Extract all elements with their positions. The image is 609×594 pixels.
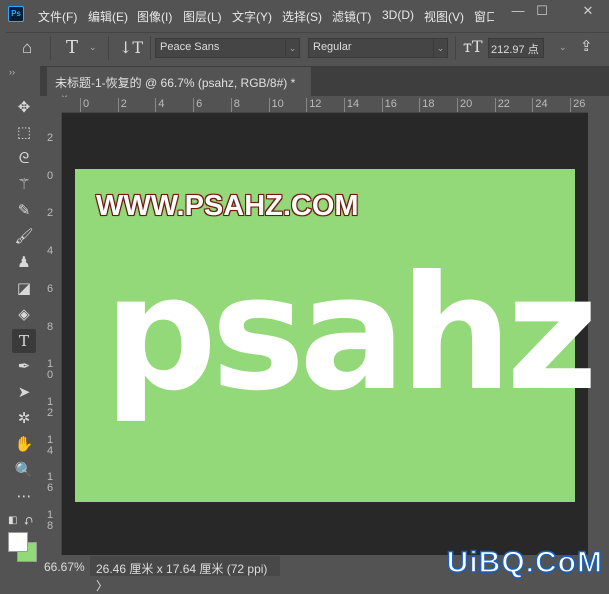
move-tool-icon[interactable]: ✥ bbox=[12, 96, 36, 120]
text-layer-url[interactable]: WWW.PSAHZ.COM bbox=[95, 189, 359, 223]
divider bbox=[455, 36, 456, 60]
chevron-down-icon[interactable]: ⌄ bbox=[559, 42, 567, 53]
divider bbox=[50, 36, 51, 60]
pen-tool-icon[interactable]: ✒ bbox=[12, 355, 36, 379]
font-size-icon: ᴛT bbox=[463, 37, 483, 56]
chevron-down-icon: ⌄ bbox=[285, 39, 299, 57]
zoom-level[interactable]: 66.67% bbox=[44, 560, 85, 574]
ruler-label: 14 bbox=[343, 98, 359, 112]
menu-window[interactable]: 窗口 bbox=[474, 8, 494, 25]
chevron-down-icon[interactable]: ⌄ bbox=[89, 42, 97, 53]
font-size-input[interactable]: 212.97 点 bbox=[488, 38, 544, 58]
eraser-icon[interactable]: ◪ bbox=[12, 277, 36, 301]
ruler-label: 6 bbox=[193, 98, 202, 112]
ruler-label: 1 0 bbox=[46, 358, 54, 382]
ruler-label: 0 bbox=[46, 169, 54, 182]
hand-tool-icon[interactable]: ✋ bbox=[12, 433, 36, 457]
close-button[interactable]: ✕ bbox=[568, 0, 608, 22]
lasso-tool-icon[interactable]: ᘓ bbox=[12, 147, 36, 171]
menu-edit[interactable]: 编辑(E) bbox=[88, 8, 128, 25]
ruler-label: 1 2 bbox=[46, 395, 54, 419]
menu-image[interactable]: 图像(I) bbox=[137, 8, 172, 25]
document-info[interactable]: 26.46 厘米 x 17.64 厘米 (72 ppi) 〉 bbox=[90, 556, 280, 593]
text-orientation-icon[interactable]: ↓T bbox=[119, 38, 143, 57]
ruler-label: 26 bbox=[570, 98, 585, 112]
ruler-label: 12 bbox=[306, 98, 321, 112]
brush-icon[interactable]: 🖌 bbox=[12, 225, 36, 249]
ruler-label: 1 8 bbox=[46, 509, 54, 532]
menu-file[interactable]: 文件(F) bbox=[38, 8, 77, 25]
ruler-label: 1 6 bbox=[46, 471, 54, 495]
font-family-select[interactable]: Peace Sans ⌄ bbox=[155, 38, 300, 58]
stamp-icon[interactable]: ♟ bbox=[12, 251, 36, 275]
more-tools-icon[interactable]: ⋯ bbox=[12, 485, 36, 509]
menu-view[interactable]: 视图(V) bbox=[424, 8, 464, 25]
menu-filter[interactable]: 滤镜(T) bbox=[332, 8, 371, 25]
watermark-logo: UiBQ.CoM bbox=[446, 545, 603, 580]
ruler-label: 20 bbox=[457, 98, 472, 112]
font-family-value: Peace Sans bbox=[160, 41, 220, 53]
shape-tool-icon[interactable]: ✲ bbox=[12, 407, 36, 431]
divider bbox=[150, 36, 151, 60]
zoom-tool-icon[interactable]: 🔍 bbox=[12, 459, 36, 483]
ruler-label: 6 bbox=[46, 282, 54, 295]
photoshop-logo: Ps bbox=[8, 6, 24, 22]
share-icon[interactable]: ⇪ bbox=[580, 37, 593, 55]
chevron-right-icon[interactable]: 〉 bbox=[96, 579, 108, 593]
path-selection-icon[interactable]: ➤ bbox=[12, 381, 36, 405]
swap-colors-icon[interactable]: ⮏ bbox=[24, 513, 33, 532]
default-colors-icon[interactable]: ◧ bbox=[8, 515, 17, 526]
ruler-label: 2 bbox=[46, 132, 54, 144]
text-layer-psahz[interactable]: psahz bbox=[104, 255, 598, 413]
paint-bucket-icon[interactable]: ◈ bbox=[12, 303, 36, 327]
ruler-label: 4 bbox=[46, 245, 54, 258]
ruler-label: 1 4 bbox=[46, 433, 54, 457]
foreground-color-swatch[interactable] bbox=[8, 532, 28, 552]
font-style-value: Regular bbox=[313, 41, 352, 53]
type-tool-icon[interactable]: T bbox=[12, 329, 36, 353]
menu-layer[interactable]: 图层(L) bbox=[183, 8, 222, 25]
ruler-label: 16 bbox=[381, 98, 397, 112]
chevron-down-icon: ⌄ bbox=[433, 39, 447, 57]
ruler-label: 0 bbox=[80, 98, 89, 112]
ruler-label: 8 bbox=[46, 320, 54, 333]
ruler-corner bbox=[40, 97, 62, 113]
divider bbox=[108, 36, 109, 60]
magic-wand-icon[interactable]: ⚚ bbox=[12, 173, 36, 197]
ruler-label: 2 bbox=[46, 207, 54, 220]
font-style-select[interactable]: Regular ⌄ bbox=[308, 38, 448, 58]
maximize-button[interactable]: ☐ bbox=[522, 0, 562, 22]
ruler-label: 2 bbox=[117, 98, 127, 112]
menu-select[interactable]: 选择(S) bbox=[282, 8, 322, 25]
horizontal-ruler[interactable]: 0 2 4 6 8 10 12 14 16 18 20 22 24 26 bbox=[62, 97, 588, 113]
ruler-label: 8 bbox=[230, 98, 240, 112]
document-tab[interactable]: 未标题-1-恢复的 @ 66.7% (psahz, RGB/8#) * × bbox=[47, 67, 311, 105]
marquee-tool-icon[interactable]: ⬚ bbox=[12, 121, 36, 145]
menu-3d[interactable]: 3D(D) bbox=[382, 8, 414, 22]
type-tool-preset-icon[interactable]: T bbox=[66, 37, 78, 58]
ruler-label: 4 bbox=[155, 98, 165, 112]
vertical-ruler[interactable]: 2 0 2 4 6 8 1 0 1 2 1 4 1 6 1 8 bbox=[40, 113, 62, 555]
ruler-label: 10 bbox=[268, 98, 284, 112]
ruler-label: 22 bbox=[494, 98, 510, 112]
home-icon[interactable]: ⌂ bbox=[22, 38, 32, 58]
menu-type[interactable]: 文字(Y) bbox=[232, 8, 272, 25]
expand-panel-icon[interactable]: ›› bbox=[9, 67, 15, 77]
tab-title: 未标题-1-恢复的 @ 66.7% (psahz, RGB/8#) * bbox=[55, 76, 296, 90]
eyedropper-icon[interactable]: ✎ bbox=[12, 199, 36, 223]
ruler-label: 24 bbox=[532, 98, 548, 112]
ruler-label: 18 bbox=[419, 98, 435, 112]
document-size: 26.46 厘米 x 17.64 厘米 (72 ppi) bbox=[96, 562, 268, 576]
